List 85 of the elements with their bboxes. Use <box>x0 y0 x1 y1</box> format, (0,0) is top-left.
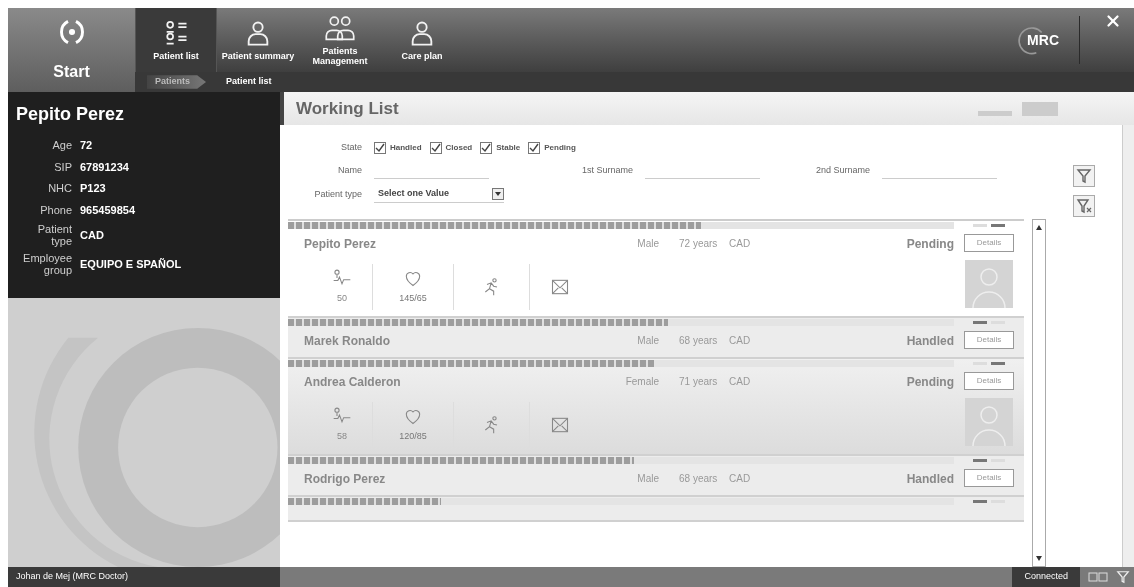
age: 71 years <box>678 375 719 389</box>
nav-tab[interactable]: Care plan <box>381 8 463 72</box>
dropdown-arrow-icon <box>494 190 502 198</box>
nav-tab[interactable]: Patient list <box>135 8 217 72</box>
first-surname-label: 1st Surname <box>580 163 633 177</box>
patient-card[interactable]: Andrea Calderon Female 71 years CAD Pending 58 120/85 Details <box>288 358 1024 456</box>
page-scrollbar[interactable] <box>1122 125 1134 567</box>
blood-pressure-value: 120/85 <box>399 429 427 443</box>
details-button[interactable]: Details <box>964 371 1014 390</box>
field-label: NHC <box>47 182 72 195</box>
state-label: State <box>340 141 362 154</box>
patient-type-label: Patient type <box>313 187 362 201</box>
patient-name: Pepito Perez <box>304 235 378 253</box>
breadcrumb-item[interactable]: Patient list <box>218 75 280 89</box>
gender: Female <box>624 375 659 389</box>
field-value: 67891234 <box>80 159 129 175</box>
age: 68 years <box>678 472 719 486</box>
checkbox[interactable] <box>429 141 442 154</box>
patient-type: CAD <box>729 375 752 389</box>
checkbox[interactable] <box>374 141 386 154</box>
checkbox-label: Closed <box>445 141 473 154</box>
people-icon <box>324 14 356 42</box>
name-label: Name <box>337 163 362 177</box>
patient-card[interactable] <box>288 496 1024 522</box>
app-logo: MRC <box>1027 31 1059 50</box>
patient-card[interactable]: Rodrigo Perez Male 68 years CAD Handled Details <box>288 455 1024 497</box>
panel-title: Working List <box>296 97 399 120</box>
gender: Male <box>636 334 659 348</box>
patient-name: Pepito Perez <box>16 103 126 126</box>
checkbox-label: Handled <box>390 141 422 154</box>
patient-type: CAD <box>729 472 752 486</box>
field-label: SIP <box>53 160 72 173</box>
user-label: Johan de Mej (MRC Doctor) <box>8 567 280 587</box>
checkbox-label: Pending <box>544 141 576 154</box>
patient-state: Pending <box>905 373 954 391</box>
details-button[interactable]: Details <box>964 330 1014 349</box>
field-value: P123 <box>80 181 106 196</box>
field-label: Employee group <box>22 252 72 276</box>
nav-tab[interactable]: Patients Management <box>299 8 381 72</box>
patient-card[interactable]: Marek Ronaldo Male 68 years CAD Handled Details <box>288 317 1024 359</box>
patient-type-dropdown[interactable]: Select one Value <box>374 186 504 203</box>
start-button[interactable]: Start <box>8 8 135 92</box>
gender: Male <box>636 237 659 251</box>
clear-filter-button[interactable] <box>1073 195 1095 217</box>
field-label: Age <box>51 139 72 152</box>
scroll-up-icon[interactable] <box>1035 223 1043 232</box>
patient-name: Andrea Calderon <box>304 373 402 391</box>
avatar-placeholder <box>965 259 1013 308</box>
field-label: Phone <box>39 203 72 216</box>
grid-icon <box>1088 572 1108 582</box>
connection-status: Connected <box>1012 567 1080 587</box>
age: 72 years <box>678 237 719 251</box>
field-value: CAD <box>80 227 104 243</box>
pulse-value: 58 <box>337 429 347 443</box>
nav-tab[interactable]: Patient summary <box>217 8 299 72</box>
patient-state: Handled <box>905 470 954 488</box>
checkbox-label: Stable <box>496 141 521 154</box>
field-value: 72 <box>80 138 93 153</box>
blood-pressure-value: 145/65 <box>399 291 427 305</box>
details-button[interactable]: Details <box>964 233 1014 252</box>
patient-name: Rodrigo Perez <box>304 470 387 488</box>
patient-state: Handled <box>905 332 954 350</box>
avatar-placeholder <box>965 397 1013 446</box>
age: 68 years <box>678 334 719 348</box>
field-value: 965459854 <box>80 202 136 218</box>
field-label: Patient type <box>36 223 72 247</box>
scrollbar[interactable] <box>1032 218 1046 567</box>
patient-name: Marek Ronaldo <box>304 332 391 350</box>
second-surname-label: 2nd Surname <box>814 163 870 177</box>
checkbox[interactable] <box>480 141 493 154</box>
patient-type: CAD <box>729 237 752 251</box>
close-button[interactable] <box>1104 12 1122 30</box>
filter-button[interactable] <box>1073 165 1095 187</box>
patient-state: Pending <box>905 235 954 253</box>
breadcrumb-item[interactable]: Patients <box>147 75 206 89</box>
checkbox[interactable] <box>528 141 541 154</box>
window-controls-icon <box>978 101 1058 116</box>
gender: Male <box>636 472 659 486</box>
details-button[interactable]: Details <box>964 468 1014 487</box>
scroll-down-icon[interactable] <box>1035 554 1043 562</box>
field-value: EQUIPO E SPAÑOL <box>80 256 182 272</box>
patient-card[interactable]: Pepito Perez Male 72 years CAD Pending 50 145/65 Details <box>288 220 1024 318</box>
patient-type: CAD <box>729 334 752 348</box>
filter-icon <box>1116 570 1130 584</box>
pulse-value: 50 <box>337 291 347 305</box>
